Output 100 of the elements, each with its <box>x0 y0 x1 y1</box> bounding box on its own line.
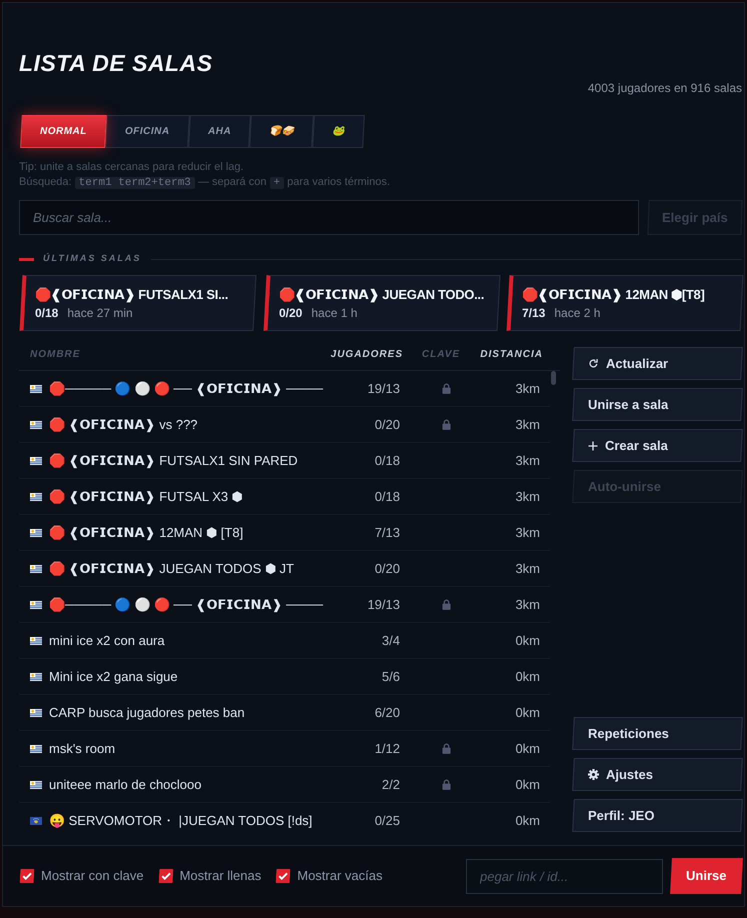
column-header[interactable]: JUGADORES <box>330 349 403 360</box>
tab[interactable]: OFICINA <box>105 115 190 148</box>
player-count: 19/13 <box>367 596 400 612</box>
room-name: CARP busca jugadores petes ban <box>49 704 245 720</box>
checkbox[interactable] <box>20 869 34 883</box>
room-row[interactable]: uniteee marlo de choclooo 2/2 0km <box>19 767 550 803</box>
room-name: 🛑───── 🔵 ⚪ 🔴 ── ❰𝗢𝗙𝗜𝗖𝗜𝗡𝗔❱ ──── <box>49 596 323 612</box>
distance: 3km <box>515 524 540 540</box>
uruguay-flag-icon <box>30 672 42 680</box>
tip-text: Tip: unite a salas cercanas para reducir el lag. <box>19 160 244 175</box>
player-count: 19/13 <box>367 380 400 396</box>
player-count: 7/13 <box>522 306 546 320</box>
create-room-button[interactable]: Crear sala <box>572 429 743 462</box>
room-name: 🛑 ❰𝗢𝗙𝗜𝗖𝗜𝗡𝗔❱ FUTSAL X3 ⬢ <box>49 488 243 504</box>
distance: 3km <box>515 380 540 396</box>
column-header[interactable]: DISTANCIA <box>480 349 543 360</box>
player-count: 7/13 <box>374 524 400 540</box>
player-count: 0/25 <box>374 812 400 828</box>
uruguay-flag-icon <box>30 636 42 644</box>
distance: 0km <box>515 632 540 648</box>
player-count: 0/20 <box>374 416 400 432</box>
room-name: 😛 SERVOMOTOR・ |JUEGAN TODOS [!ds] <box>49 812 312 828</box>
room-name: 🛑❰𝗢𝗙𝗜𝗖𝗜𝗡𝗔❱ JUEGAN TODO... <box>278 286 484 303</box>
checkbox-label[interactable]: Mostrar llenas <box>180 866 262 886</box>
room-row[interactable]: 🛑 ❰𝗢𝗙𝗜𝗖𝗜𝗡𝗔❱ 12MAN ⬢ [T8] 7/13 3km <box>19 515 550 551</box>
checkbox-label[interactable]: Mostrar con clave <box>41 866 144 886</box>
distance: 3km <box>515 452 540 468</box>
section-title: ÚLTIMAS SALAS <box>43 252 142 266</box>
uruguay-flag-icon <box>30 564 42 572</box>
player-count: 5/6 <box>382 668 400 684</box>
room-name: msk's room <box>49 740 116 756</box>
refresh-icon <box>588 358 599 369</box>
distance: 0km <box>515 740 540 756</box>
link-input[interactable]: pegar link / id... <box>466 858 663 894</box>
uruguay-flag-icon <box>30 384 42 392</box>
uruguay-flag-icon <box>30 492 42 500</box>
recent-room-card[interactable]: 🛑❰𝗢𝗙𝗜𝗖𝗜𝗡𝗔❱ FUTSALX1 SI... 0/18 hace 27 min <box>20 275 256 331</box>
room-row[interactable]: msk's room 1/12 0km <box>19 731 550 767</box>
uruguay-flag-icon <box>30 420 42 428</box>
player-count: 0/18 <box>35 306 58 320</box>
uruguay-flag-icon <box>30 528 42 536</box>
room-name: 🛑 ❰𝗢𝗙𝗜𝗖𝗜𝗡𝗔❱ FUTSALX1 SIN PARED <box>49 452 298 468</box>
uruguay-flag-icon <box>30 456 42 464</box>
checkbox[interactable] <box>276 869 291 883</box>
distance: 0km <box>515 776 540 792</box>
distance: 3km <box>515 596 540 612</box>
room-row[interactable]: 😛 SERVOMOTOR・ |JUEGAN TODOS [!ds] 0/25 0km <box>19 803 550 834</box>
player-count: 3/4 <box>382 632 400 648</box>
tab[interactable]: 🐸 <box>312 115 364 148</box>
time-ago: hace 2 h <box>554 306 601 320</box>
profile-button[interactable]: Perfil: JEO <box>572 799 743 832</box>
room-row[interactable]: 🛑───── 🔵 ⚪ 🔴 ── ❰𝗢𝗙𝗜𝗖𝗜𝗡𝗔❱ ──── 19/13 3km <box>19 371 550 407</box>
settings-button[interactable]: Ajustes <box>572 758 743 791</box>
room-name: 🛑 ❰𝗢𝗙𝗜𝗖𝗜𝗡𝗔❱ 12MAN ⬢ [T8] <box>49 524 244 540</box>
tab[interactable]: NORMAL <box>20 115 107 148</box>
plus-icon <box>588 440 598 450</box>
room-row[interactable]: 🛑 ❰𝗢𝗙𝗜𝗖𝗜𝗡𝗔❱ JUEGAN TODOS ⬢ JT 0/20 3km <box>19 551 550 587</box>
settings-icon <box>588 769 599 780</box>
room-name: 🛑───── 🔵 ⚪ 🔴 ── ❰𝗢𝗙𝗜𝗖𝗜𝗡𝗔❱ ──── <box>49 380 323 396</box>
distance: 3km <box>515 488 540 504</box>
distance: 0km <box>515 704 540 720</box>
player-count: 0/20 <box>374 560 400 576</box>
scrollbar-thumb[interactable] <box>551 371 556 385</box>
uruguay-flag-icon <box>30 780 42 788</box>
room-name: Mini ice x2 gana sigue <box>49 668 178 684</box>
replays-button[interactable]: Repeticiones <box>572 717 743 750</box>
room-row[interactable]: 🛑 ❰𝗢𝗙𝗜𝗖𝗜𝗡𝗔❱ FUTSAL X3 ⬢ 0/18 3km <box>19 479 550 515</box>
room-name: 🛑 ❰𝗢𝗙𝗜𝗖𝗜𝗡𝗔❱ vs ??? <box>49 416 198 432</box>
checkbox-label[interactable]: Mostrar vacías <box>297 866 382 886</box>
accent-dash-icon <box>19 258 34 260</box>
player-count: 0/20 <box>278 306 302 320</box>
distance: 3km <box>515 560 540 576</box>
recent-room-card[interactable]: 🛑❰𝗢𝗙𝗜𝗖𝗜𝗡𝗔❱ JUEGAN TODO... 0/20 hace 1 h <box>263 275 500 331</box>
distance: 3km <box>515 416 540 432</box>
player-count: 6/20 <box>374 704 400 720</box>
room-row[interactable]: CARP busca jugadores petes ban 6/20 0km <box>19 695 550 731</box>
player-count: 0/18 <box>374 452 400 468</box>
refresh-button[interactable]: Actualizar <box>572 347 743 380</box>
room-row[interactable]: 🛑───── 🔵 ⚪ 🔴 ── ❰𝗢𝗙𝗜𝗖𝗜𝗡𝗔❱ ──── 19/13 3km <box>19 587 550 623</box>
time-ago: hace 27 min <box>67 306 133 320</box>
distance: 0km <box>515 812 540 828</box>
recent-room-card[interactable]: 🛑❰𝗢𝗙𝗜𝗖𝗜𝗡𝗔❱ 12MAN ⬢[T8] 7/13 hace 2 h <box>506 275 744 331</box>
room-name: 🛑❰𝗢𝗙𝗜𝗖𝗜𝗡𝗔❱ 12MAN ⬢[T8] <box>522 286 705 303</box>
join-button[interactable]: Unirse <box>670 858 743 894</box>
search-field[interactable]: Buscar sala... <box>19 200 639 235</box>
room-name: mini ice x2 con aura <box>49 632 165 648</box>
room-row[interactable]: mini ice x2 con aura 3/4 0km <box>19 623 550 659</box>
uruguay-flag-icon <box>30 744 42 752</box>
room-row[interactable]: 🛑 ❰𝗢𝗙𝗜𝗖𝗜𝗡𝗔❱ vs ??? 0/20 3km <box>19 407 550 443</box>
tab[interactable]: 🍞🥪 <box>248 115 314 148</box>
kosovo-flag-icon <box>30 816 42 824</box>
player-count: 1/12 <box>374 740 400 756</box>
tab[interactable]: AHA <box>188 115 251 148</box>
player-stats: 4003 jugadores en 916 salas <box>588 80 742 96</box>
checkbox[interactable] <box>158 869 173 883</box>
room-row[interactable]: Mini ice x2 gana sigue 5/6 0km <box>19 659 550 695</box>
player-count: 0/18 <box>374 488 400 504</box>
player-count: 2/2 <box>382 776 400 792</box>
room-row[interactable]: 🛑 ❰𝗢𝗙𝗜𝗖𝗜𝗡𝗔❱ FUTSALX1 SIN PARED 0/18 3km <box>19 443 550 479</box>
join-room-button[interactable]: Unirse a sala <box>572 388 743 421</box>
